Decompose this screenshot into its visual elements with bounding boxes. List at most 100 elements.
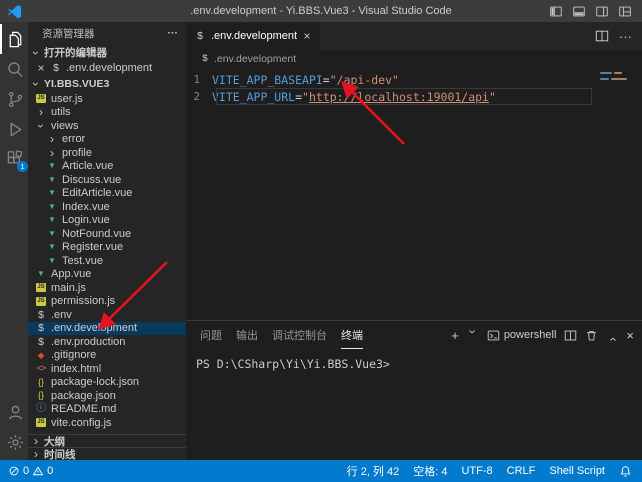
tree-item-utils[interactable]: ›utils xyxy=(28,106,186,120)
encoding[interactable]: UTF-8 xyxy=(461,465,492,477)
panel-tab-debug-console[interactable]: 调试控制台 xyxy=(272,321,327,349)
chevron-down-icon: › xyxy=(30,78,42,90)
tree-item-vite.config.js[interactable]: JSvite.config.js xyxy=(28,416,186,430)
more-actions-icon[interactable]: ··· xyxy=(619,29,632,44)
close-panel-icon[interactable]: × xyxy=(626,329,634,342)
account-icon xyxy=(6,403,25,422)
minimap[interactable] xyxy=(596,68,642,320)
sidebar-title: 资源管理器 xyxy=(42,26,95,41)
explorer-sidebar: 资源管理器 ··· › 打开的编辑器 × $ .env.development … xyxy=(28,22,186,460)
toggle-panel-icon[interactable] xyxy=(572,5,586,18)
cursor-position[interactable]: 行 2, 列 42 xyxy=(347,463,400,479)
vue-icon: ▼ xyxy=(46,230,58,238)
js-icon: JS xyxy=(36,283,46,292)
tree-item-index.vue[interactable]: ▼Index.vue xyxy=(28,200,186,214)
tree-item-article.vue[interactable]: ▼Article.vue xyxy=(28,160,186,174)
tree-item-login.vue[interactable]: ▼Login.vue xyxy=(28,214,186,228)
vue-icon: ▼ xyxy=(46,243,58,251)
activity-settings-button[interactable] xyxy=(0,427,28,457)
tree-item-.gitignore[interactable]: ◆.gitignore xyxy=(28,349,186,363)
tree-item-package-lock.json[interactable]: {}package-lock.json xyxy=(28,376,186,390)
open-editors-header[interactable]: › 打开的编辑器 xyxy=(28,44,186,61)
customize-layout-icon[interactable] xyxy=(618,5,632,18)
kill-terminal-icon[interactable] xyxy=(585,329,598,342)
tree-item-user.js[interactable]: JSuser.js xyxy=(28,92,186,106)
notifications-bell-icon[interactable] xyxy=(619,465,632,478)
eol[interactable]: CRLF xyxy=(507,465,536,477)
close-tab-icon[interactable]: × xyxy=(302,30,312,42)
code-token: VITE_APP_URL xyxy=(212,90,295,104)
tree-item-label: main.js xyxy=(51,282,86,294)
tree-item-index.html[interactable]: <>index.html xyxy=(28,362,186,376)
tree-item-.env.production[interactable]: $.env.production xyxy=(28,335,186,349)
terminal-dropdown-icon[interactable]: › xyxy=(466,329,479,341)
breadcrumb[interactable]: $ .env.development xyxy=(186,50,642,68)
tree-item-notfound.vue[interactable]: ▼ NotFound.vue xyxy=(28,227,186,241)
panel: 问题输出调试控制台终端 + › powershell xyxy=(186,320,642,460)
tree-item-label: Login.vue xyxy=(62,214,110,226)
tree-item-views[interactable]: ›views xyxy=(28,119,186,133)
tree-item-main.js[interactable]: JS main.js xyxy=(28,281,186,295)
line-number: 1 xyxy=(186,74,200,86)
code-token: " xyxy=(302,90,309,104)
tree-item-app.vue[interactable]: ▼App.vue xyxy=(28,268,186,282)
code-line-1[interactable]: 1VITE_APP_BASEAPI="/api-dev" xyxy=(186,71,642,88)
tree-item-label: vite.config.js xyxy=(51,417,112,429)
code-token: "/api-dev" xyxy=(330,73,399,87)
chevron-right-icon: › xyxy=(46,147,58,159)
tree-item-.env.development[interactable]: $.env.development xyxy=(28,322,186,336)
url-link[interactable]: http://localhost:19001/api xyxy=(309,90,489,104)
settings-icon xyxy=(6,433,25,452)
tree-item-.env[interactable]: $.env xyxy=(28,308,186,322)
env-icon: $ xyxy=(35,323,47,334)
tree-item-readme.md[interactable]: ⓘREADME.md xyxy=(28,403,186,417)
tree-item-discuss.vue[interactable]: ▼Discuss.vue xyxy=(28,173,186,187)
tree-item-label: NotFound.vue xyxy=(62,228,131,240)
outline-section-header[interactable]: › 大纲 xyxy=(28,434,186,447)
panel-tab-output[interactable]: 输出 xyxy=(236,321,258,349)
open-editor-item[interactable]: × $ .env.development xyxy=(28,61,186,75)
maximize-panel-icon[interactable]: › xyxy=(606,329,619,341)
more-actions-icon[interactable]: ··· xyxy=(168,27,179,39)
tree-item-label: permission.js xyxy=(51,295,115,307)
panel-tab-problems[interactable]: 问题 xyxy=(200,321,222,349)
new-terminal-icon[interactable]: + xyxy=(451,329,459,342)
tab-env-development[interactable]: $ .env.development × xyxy=(186,22,320,50)
code-line-2[interactable]: 2VITE_APP_URL="http://localhost:19001/ap… xyxy=(186,88,642,105)
project-label: YI.BBS.VUE3 xyxy=(44,78,109,90)
tree-item-editarticle.vue[interactable]: ▼EditArticle.vue xyxy=(28,187,186,201)
info-icon: ⓘ xyxy=(35,404,47,414)
problems-status[interactable]: 0 0 xyxy=(8,465,53,477)
activity-bar: 1 xyxy=(0,22,28,460)
panel-tab-terminal[interactable]: 终端 xyxy=(341,321,363,349)
split-terminal-icon[interactable] xyxy=(564,329,577,342)
language-mode[interactable]: Shell Script xyxy=(549,465,605,477)
open-editor-label: .env.development xyxy=(66,62,152,74)
tree-item-permission.js[interactable]: JSpermission.js xyxy=(28,295,186,309)
env-file-icon: $ xyxy=(200,54,210,64)
tree-item-label: .gitignore xyxy=(51,349,96,361)
activity-account-button[interactable] xyxy=(0,397,28,427)
toggle-sidebar-icon[interactable] xyxy=(549,5,563,18)
tree-item-profile[interactable]: ›profile xyxy=(28,146,186,160)
tree-item-label: Article.vue xyxy=(62,160,113,172)
activity-run-debug-button[interactable] xyxy=(0,114,28,144)
tree-item-test.vue[interactable]: ▼Test.vue xyxy=(28,254,186,268)
tree-item-error[interactable]: ›error xyxy=(28,133,186,147)
tree-item-package.json[interactable]: {}package.json xyxy=(28,389,186,403)
project-header[interactable]: › YI.BBS.VUE3 xyxy=(28,75,186,92)
activity-extensions-button[interactable]: 1 xyxy=(0,144,28,174)
terminal[interactable]: PS D:\CSharp\Yi\Yi.BBS.Vue3> xyxy=(186,349,642,460)
activity-search-button[interactable] xyxy=(0,54,28,84)
timeline-section-header[interactable]: › 时间线 xyxy=(28,447,186,460)
terminal-instance-powershell[interactable]: powershell xyxy=(487,329,557,342)
indentation[interactable]: 空格: 4 xyxy=(413,463,447,479)
toggle-secondary-sidebar-icon[interactable] xyxy=(595,5,609,18)
editor[interactable]: 1VITE_APP_BASEAPI="/api-dev"2VITE_APP_UR… xyxy=(186,68,642,320)
split-editor-icon[interactable] xyxy=(595,29,609,43)
close-icon[interactable]: × xyxy=(36,62,46,74)
panel-actions: + › powershell › × xyxy=(451,329,634,342)
tree-item-register.vue[interactable]: ▼Register.vue xyxy=(28,241,186,255)
activity-source-control-button[interactable] xyxy=(0,84,28,114)
activity-explorer-button[interactable] xyxy=(0,24,28,54)
